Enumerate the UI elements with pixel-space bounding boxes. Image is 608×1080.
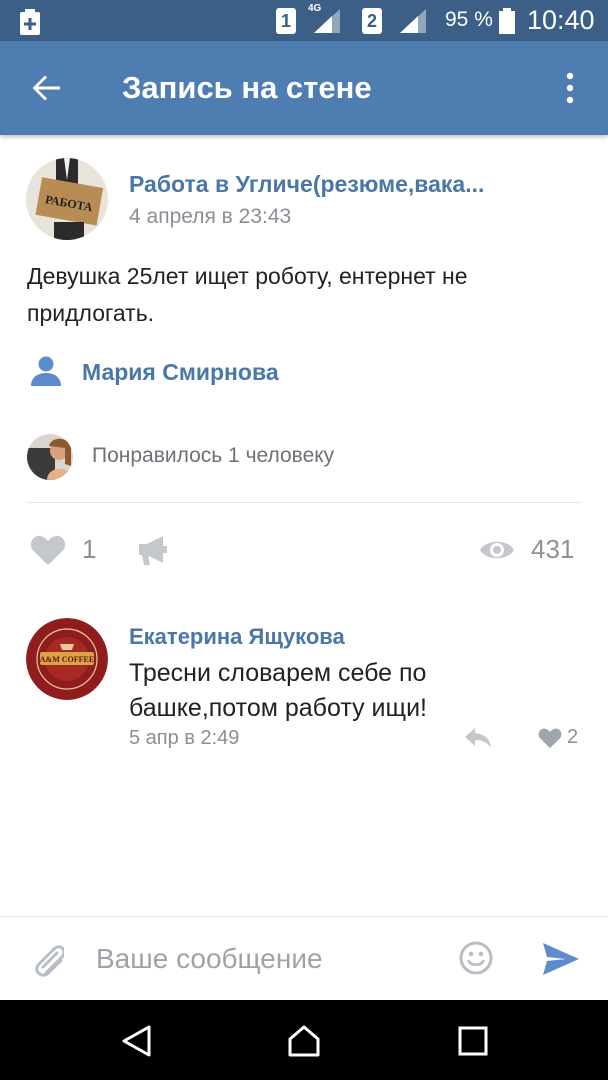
status-bar: 1 4G 2 95 % 10:40: [0, 0, 608, 41]
comment-likes-count: 2: [567, 726, 579, 748]
battery-percent: 95 %: [445, 8, 493, 31]
commenter-logo-text: A&M COFFEE: [40, 655, 94, 664]
message-composer: [0, 916, 608, 1000]
liker-avatar[interactable]: [27, 434, 73, 480]
nav-recents-icon[interactable]: [456, 1024, 490, 1058]
signal-icon: [400, 9, 426, 33]
nav-back-icon[interactable]: [119, 1024, 153, 1058]
attach-icon[interactable]: [30, 941, 64, 979]
group-avatar[interactable]: РАБОТА: [26, 158, 108, 240]
smile-icon[interactable]: [459, 941, 493, 975]
divider: [27, 502, 581, 503]
send-icon[interactable]: [542, 942, 580, 976]
eye-icon: [480, 541, 514, 559]
post-actions: 1 431: [0, 528, 608, 574]
post-author[interactable]: Работа в Угличе(резюме,вака...: [129, 171, 509, 198]
commenter-avatar-image: A&M COFFEE: [26, 618, 108, 700]
plus-icon: [20, 9, 40, 35]
views-count: 431: [531, 534, 575, 564]
heart-icon[interactable]: [538, 727, 562, 749]
post-date: 4 апреля в 23:43: [129, 205, 292, 228]
more-vert-icon[interactable]: [563, 71, 577, 105]
liker-avatar-image: [27, 434, 73, 480]
back-arrow-icon[interactable]: [30, 71, 64, 105]
comment-text: Тресни словарем себе по башке,потом рабо…: [129, 659, 427, 722]
commenter-avatar[interactable]: A&M COFFEE: [26, 618, 108, 700]
system-nav-bar: [0, 1000, 608, 1080]
sim1-badge: 1: [276, 8, 296, 34]
app-bar: Запись на стене: [0, 41, 608, 135]
sim2-badge: 2: [362, 8, 382, 34]
message-input[interactable]: [96, 939, 436, 979]
likes-count: 1: [82, 534, 97, 564]
heart-icon[interactable]: [30, 534, 66, 566]
comment-date: 5 апр в 2:49: [129, 727, 240, 749]
battery-icon: [499, 8, 515, 34]
reply-icon[interactable]: [464, 727, 492, 749]
comment-author[interactable]: Екатерина Ящукова: [129, 624, 345, 650]
clock: 10:40: [527, 5, 595, 35]
page-title: Запись на стене: [122, 70, 372, 105]
group-avatar-image: РАБОТА: [26, 158, 108, 240]
nav-home-icon[interactable]: [287, 1024, 321, 1058]
signal-icon: [314, 9, 340, 33]
post-text: Девушка 25лет ищет роботу, ентернет не п…: [27, 263, 468, 326]
person-icon: [31, 356, 61, 386]
share-megaphone-icon[interactable]: [137, 534, 169, 566]
signer-name[interactable]: Мария Смирнова: [82, 359, 279, 386]
liked-by-text: Понравилось 1 человеку: [92, 444, 335, 467]
